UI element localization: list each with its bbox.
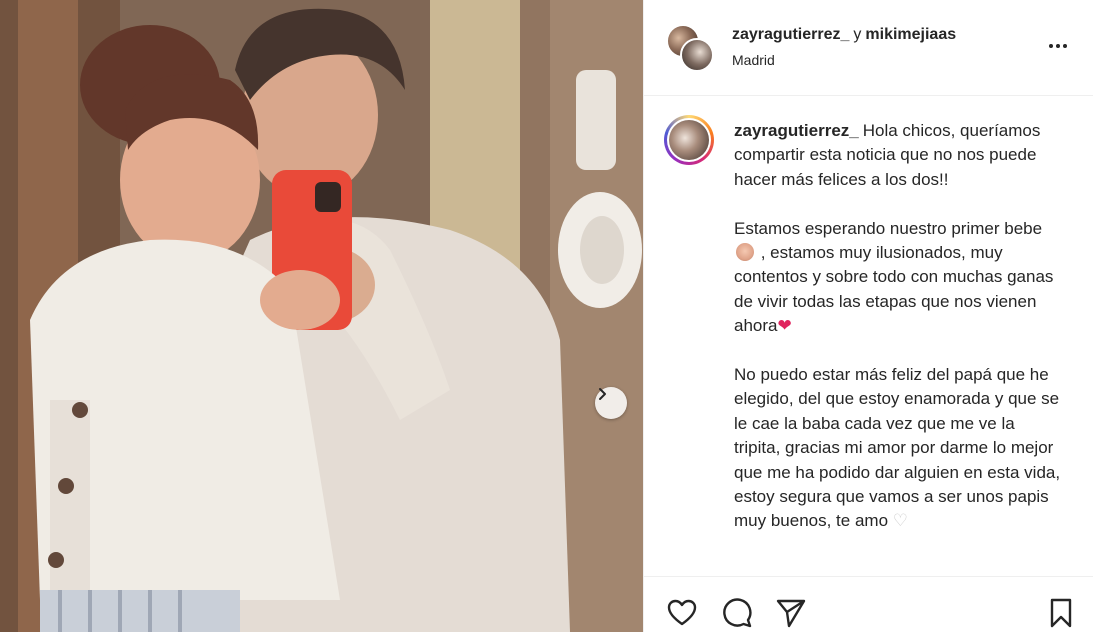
story-ring[interactable] — [664, 115, 714, 165]
authors-conjunction: y — [853, 26, 862, 43]
white-heart-emoji: ♡ — [892, 511, 909, 531]
caption-paragraph: No puedo estar más feliz del papá que he… — [734, 363, 1064, 534]
caption-text: Estamos esperando nuestro primer bebe — [734, 218, 1043, 238]
post-caption: zayragutierrez_ Hola chicos, queríamos co… — [734, 119, 1064, 534]
post-authors: zayragutierrez_ y mikimejiaas — [732, 26, 956, 44]
heart-outline-icon — [666, 599, 698, 633]
comments-section[interactable]: zayragutierrez_ Hola chicos, queríamos co… — [644, 97, 1093, 575]
share-button[interactable] — [775, 597, 807, 629]
save-button[interactable] — [1045, 597, 1077, 629]
baby-emoji-icon — [736, 243, 754, 262]
avatar — [669, 120, 709, 160]
collaborator-username-link[interactable]: mikimejiaas — [865, 26, 956, 43]
location-link[interactable]: Madrid — [732, 52, 775, 68]
post-actions-bar — [644, 576, 1093, 632]
post-header: zayragutierrez_ y mikimejiaas Madrid — [644, 0, 1093, 96]
collab-avatars[interactable] — [666, 24, 714, 72]
more-horizontal-icon — [1046, 34, 1070, 63]
red-heart-emoji: ❤ — [777, 316, 792, 336]
post-media[interactable] — [0, 0, 643, 632]
author-username-link[interactable]: zayragutierrez_ — [732, 26, 849, 43]
caption-paragraph: Estamos esperando nuestro primer bebe , … — [734, 217, 1064, 339]
post-photo — [0, 0, 643, 632]
comment-button[interactable] — [721, 597, 753, 629]
avatar — [680, 38, 714, 72]
caption-author-link[interactable]: zayragutierrez_ — [734, 121, 859, 140]
like-button[interactable] — [666, 597, 698, 629]
post-side-panel: zayragutierrez_ y mikimejiaas Madrid zayra… — [643, 0, 1093, 632]
caption-text: No puedo estar más feliz del papá que he… — [734, 365, 1061, 531]
caption-paragraph: zayragutierrez_ Hola chicos, queríamos co… — [734, 119, 1064, 192]
more-options-button[interactable] — [1044, 36, 1072, 60]
carousel-next-button[interactable] — [595, 387, 627, 419]
comment-bubble-icon — [721, 598, 753, 633]
bookmark-icon — [1045, 598, 1077, 633]
paper-plane-icon — [775, 599, 807, 633]
